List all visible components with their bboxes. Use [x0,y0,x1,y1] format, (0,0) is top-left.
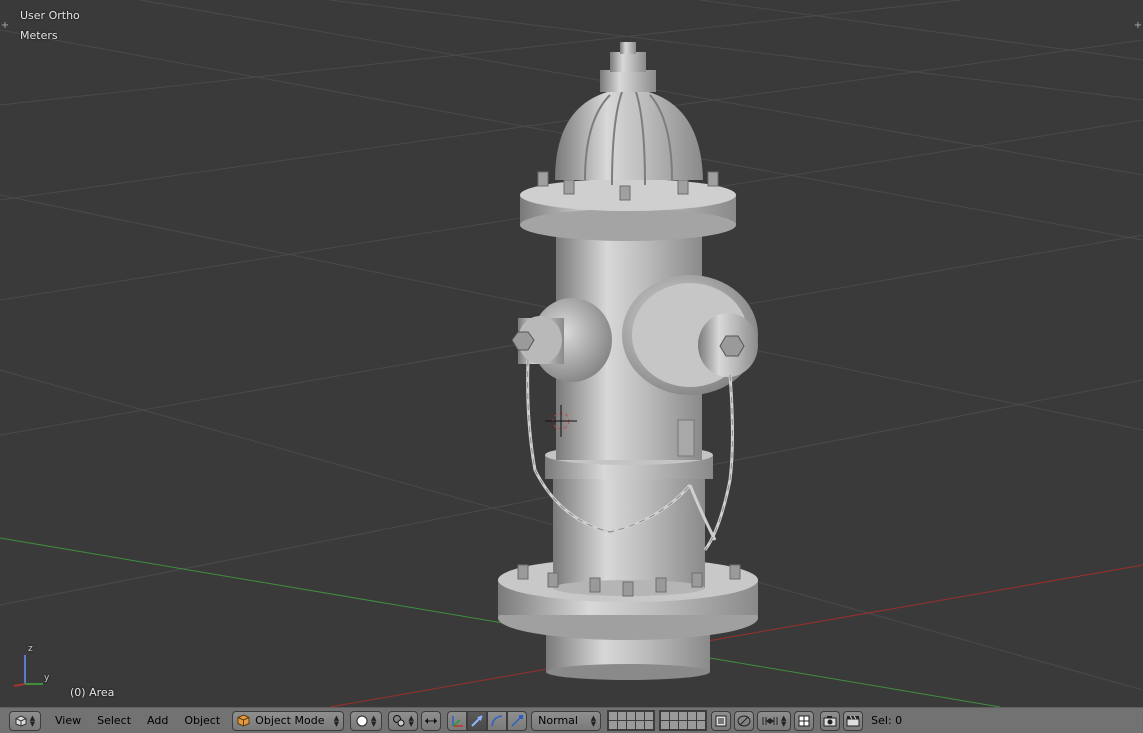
dropdown-arrows-icon: ▲ ▼ [408,713,414,728]
manipulator-icon [425,717,438,724]
add-menu[interactable]: Add [141,711,174,731]
object-info-label: (0) Area [70,686,115,699]
axis-y-label: y [44,673,50,683]
proportional-edit-button[interactable] [734,710,755,731]
snap-element-icon [762,716,778,725]
area-split-handle-right[interactable]: + [1133,20,1143,32]
selection-count: Sel: 0 [871,714,903,727]
snap-target-button[interactable] [794,710,815,731]
y-axis-line [0,537,1001,707]
object-mode-cube-icon [237,714,250,727]
editor-type-button[interactable]: ▲ ▼ [9,710,41,731]
dropdown-arrows-icon: ▲ ▼ [333,713,340,728]
dropdown-arrows-icon: ▲ ▼ [29,713,36,728]
3d-view-cube-icon [15,714,27,727]
manipulator-toggle[interactable] [421,710,442,731]
axis-gizmo [13,655,43,687]
solid-sphere-icon [356,715,368,726]
area-split-handle-left[interactable]: + [0,20,10,32]
object-menu[interactable]: Object [178,711,226,731]
rotate-arc-icon [491,714,503,726]
render-animation-button[interactable] [843,710,864,731]
rotate-manipulator-button[interactable] [487,710,508,731]
dropdown-arrows-icon: ▲ ▼ [590,713,597,728]
3d-viewport[interactable]: User Ortho Meters (0) Area z y + + [0,0,1143,707]
translate-manipulator-button[interactable] [467,710,488,731]
pivot-point-icon [393,715,405,727]
translate-arrow-icon [452,715,464,727]
render-opengl-button[interactable] [820,710,841,731]
snap-magnet-icon [798,715,810,726]
layer-lock-icon [715,715,727,726]
layer-lock-button[interactable] [711,710,732,731]
dropdown-arrows-icon: ▲ ▼ [370,713,377,728]
dropdown-arrows-icon: ▲ ▼ [780,713,787,728]
view-name-label: User Ortho [20,9,80,22]
axis-z-label: z [28,644,33,654]
render-camera-icon [823,715,837,726]
layers-grid-icon[interactable] [659,710,708,731]
transform-manipulator-button[interactable] [447,710,468,731]
layers-grid-icon[interactable] [607,710,656,731]
units-label: Meters [20,29,58,42]
scale-arrow-icon [511,714,524,727]
viewport-scene [0,0,1143,707]
select-menu[interactable]: Select [91,711,137,731]
pivot-point-dropdown[interactable]: ▲ ▼ [388,710,419,731]
mode-label: Object Mode [255,714,325,727]
viewport-shading-dropdown[interactable]: ▲ ▼ [350,710,383,731]
mode-dropdown[interactable]: Object Mode ▲ ▼ [232,710,345,731]
orientation-label: Normal [538,714,578,727]
translate-arrow-icon [471,714,483,727]
view-menu[interactable]: View [49,711,87,731]
viewport-header: ▲ ▼ View Select Add Object Object Mode ▲ ▼… [0,707,1143,733]
render-clapper-icon [846,715,860,726]
scale-manipulator-button[interactable] [507,710,528,731]
snap-element-dropdown[interactable]: ▲ ▼ [757,710,792,731]
fire-hydrant-model [498,42,758,680]
proportional-edit-icon [737,715,751,726]
transform-orientation-dropdown[interactable]: Normal ▲ ▼ [531,710,602,731]
